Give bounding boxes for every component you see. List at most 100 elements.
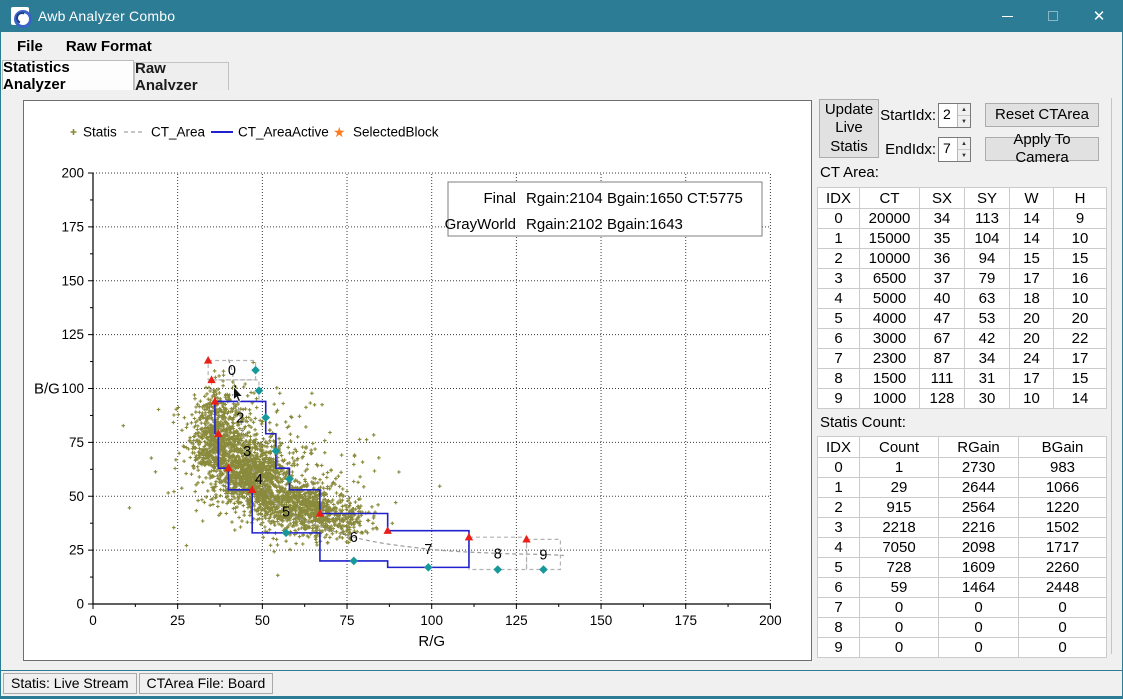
table-cell: 67 [920,329,965,349]
table-cell: 20 [1010,329,1054,349]
table-row[interactable]: 3650037791716 [818,269,1107,289]
table-row[interactable]: 81500111311715 [818,369,1107,389]
block-edge-handle-diamond[interactable] [539,565,548,574]
table-cell: 2216 [939,518,1019,538]
block-index-label: 3 [243,444,251,460]
tab-raw-analyzer[interactable]: Raw Analyzer [134,62,229,90]
svg-text:Rgain:2102: Rgain:2102 [526,216,603,233]
svg-text:Final: Final [483,190,516,207]
close-button[interactable]: ✕ [1076,0,1122,32]
table-cell: 31 [965,369,1010,389]
table-cell: 7 [818,349,860,369]
svg-text:125: 125 [505,613,528,628]
table-cell: 3 [818,518,860,538]
svg-text:75: 75 [69,435,84,450]
table-row[interactable]: 4705020981717 [818,538,1107,558]
svg-text:100: 100 [61,381,84,396]
awb-chart-canvas[interactable]: 0255075100125150175200025507510012515017… [23,100,812,661]
svg-text:25: 25 [170,613,185,628]
svg-text:100: 100 [420,613,443,628]
table-row[interactable]: 12926441066 [818,478,1107,498]
table-row[interactable]: 7230087342417 [818,349,1107,369]
block-index-label: 2 [236,411,244,427]
svg-text:175: 175 [674,613,697,628]
apply-to-camera-button[interactable]: Apply To Camera [985,137,1099,161]
table-row[interactable]: 115000351041410 [818,229,1107,249]
svg-text:125: 125 [61,327,84,342]
table-cell: 14 [1010,229,1054,249]
table-cell: 3000 [860,329,920,349]
endidx-down-icon[interactable]: ▼ [958,150,970,161]
table-cell: 20000 [860,209,920,229]
startidx-spinner[interactable]: 2 ▲ ▼ [938,103,971,128]
block-edge-handle-diamond[interactable] [349,557,358,566]
endidx-spinner[interactable]: 7 ▲ ▼ [938,137,971,162]
statis-count-table[interactable]: IDXCountRGainBGain0127309831292644106629… [817,436,1107,658]
table-cell: 22 [1054,329,1107,349]
app-icon [11,7,29,25]
table-row[interactable]: 3221822161502 [818,518,1107,538]
table-header-row: IDXCTSXSYWH [818,188,1107,209]
block-edge-handle-diamond[interactable] [251,366,260,375]
table-cell: 6 [818,329,860,349]
reset-ctarea-button[interactable]: Reset CTArea [985,103,1099,127]
maximize-button[interactable] [1030,0,1076,32]
app-window: Awb Analyzer Combo ✕ File Raw Format Sta… [0,0,1123,699]
axes: 0255075100125150175200025507510012515017… [34,166,782,651]
column-header: IDX [818,188,860,209]
startidx-down-icon[interactable]: ▼ [958,116,970,127]
menu-raw-format[interactable]: Raw Format [59,35,159,58]
menu-file[interactable]: File [10,35,50,58]
table-cell: 63 [965,289,1010,309]
table-cell: 915 [860,498,939,518]
table-row[interactable]: 572816092260 [818,558,1107,578]
table-cell: 87 [920,349,965,369]
table-row[interactable]: 012730983 [818,458,1107,478]
ct-area-label: CT Area: [820,164,879,181]
table-row[interactable]: 291525641220 [818,498,1107,518]
tab-statistics-analyzer[interactable]: Statistics Analyzer [2,60,134,90]
svg-text:★: ★ [333,124,346,140]
table-cell: 113 [965,209,1010,229]
awb-chart[interactable]: 0255075100125150175200025507510012515017… [24,101,811,660]
table-cell: 2 [818,249,860,269]
endidx-value[interactable]: 7 [939,138,957,161]
svg-text:CT_AreaActive: CT_AreaActive [238,125,329,140]
table-cell: 20 [1010,309,1054,329]
endidx-up-icon[interactable]: ▲ [958,138,970,150]
svg-text:Bgain:1643: Bgain:1643 [607,216,683,233]
block-corner-handle-triangle[interactable] [465,533,473,541]
table-cell: 5 [818,558,860,578]
table-row[interactable]: 7000 [818,598,1107,618]
table-row[interactable]: 6300067422022 [818,329,1107,349]
ct-area-table[interactable]: IDXCTSXSYWH02000034113149115000351041410… [817,187,1107,409]
table-row[interactable]: 65914642448 [818,578,1107,598]
table-row[interactable]: 8000 [818,618,1107,638]
column-header: RGain [939,437,1019,458]
table-row[interactable]: 5400047532020 [818,309,1107,329]
minimize-button[interactable] [984,0,1030,32]
startidx-value[interactable]: 2 [939,104,957,127]
svg-text:Bgain:1650: Bgain:1650 [607,190,683,207]
table-row[interactable]: 9000 [818,638,1107,658]
table-row[interactable]: 91000128301014 [818,389,1107,409]
table-cell: 24 [1010,349,1054,369]
table-cell: 14 [1010,209,1054,229]
block-corner-handle-triangle[interactable] [522,535,530,543]
table-cell: 10 [1054,229,1107,249]
table-cell: 9 [1054,209,1107,229]
table-row[interactable]: 4500040631810 [818,289,1107,309]
table-row[interactable]: 21000036941515 [818,249,1107,269]
column-header: H [1054,188,1107,209]
block-edge-handle-diamond[interactable] [493,565,502,574]
startidx-up-icon[interactable]: ▲ [958,104,970,116]
table-cell: 18 [1010,289,1054,309]
block-corner-handle-triangle[interactable] [204,356,212,364]
title-bar[interactable]: Awb Analyzer Combo ✕ [1,0,1122,32]
table-cell: 104 [965,229,1010,249]
table-cell: 10000 [860,249,920,269]
close-icon: ✕ [1093,9,1106,24]
table-row[interactable]: 02000034113149 [818,209,1107,229]
table-cell: 728 [860,558,939,578]
block-index-label: 8 [494,546,502,562]
